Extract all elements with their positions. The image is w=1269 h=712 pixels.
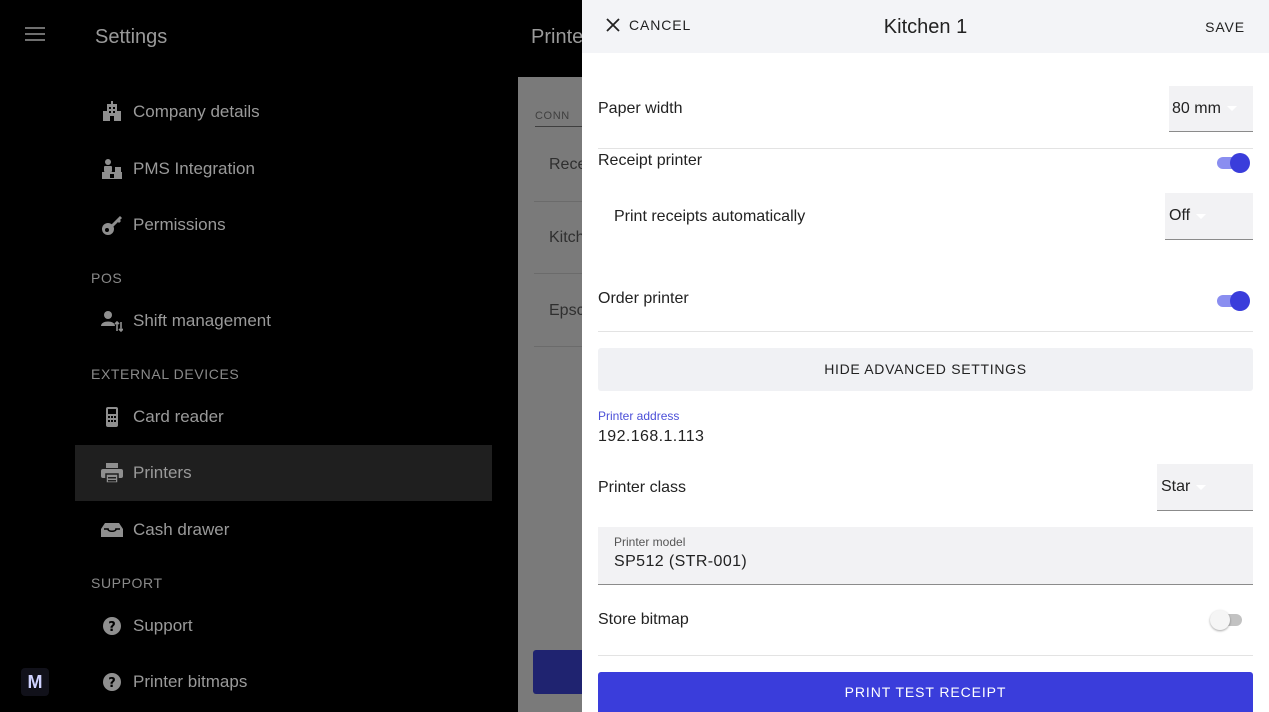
order-printer-label: Order printer — [598, 290, 689, 307]
print-test-receipt-button[interactable]: PRINT TEST RECEIPT — [598, 672, 1253, 712]
key-icon — [100, 213, 124, 237]
tab-underline — [535, 126, 582, 127]
row-divider — [598, 655, 1253, 656]
building-icon — [100, 100, 124, 124]
store-bitmap-label: Store bitmap — [598, 611, 689, 628]
card-reader-icon — [100, 405, 124, 429]
printer-class-label: Printer class — [598, 479, 687, 496]
sidebar-title: Settings — [95, 26, 168, 48]
printer-model-label: Printer model — [614, 535, 686, 549]
svg-text:?: ? — [108, 620, 116, 635]
svg-text:?: ? — [108, 676, 116, 691]
print-receipts-auto-select[interactable]: Off — [1165, 193, 1253, 240]
section-label-pos: POS — [91, 270, 123, 286]
paper-width-label: Paper width — [598, 100, 683, 117]
row-divider — [534, 201, 582, 202]
sidebar-item-label: Cash drawer — [133, 520, 230, 539]
printer-settings-dialog: CANCEL Kitchen 1 SAVE Paper width 80 mm … — [582, 0, 1269, 712]
sidebar-item-cash-drawer[interactable]: Cash drawer — [75, 502, 492, 558]
sidebar-item-pms-integration[interactable]: PMS Integration — [75, 141, 492, 197]
dialog-header: CANCEL Kitchen 1 SAVE — [582, 0, 1269, 53]
print-receipts-auto-value: Off — [1169, 207, 1191, 224]
printer-icon — [100, 461, 124, 485]
help-icon: ? — [100, 614, 124, 638]
hide-advanced-settings-button[interactable]: HIDE ADVANCED SETTINGS — [598, 348, 1253, 391]
cash-drawer-icon — [100, 518, 124, 542]
printers-panel-title: Printe — [531, 26, 582, 48]
printer-address-input[interactable]: 192.168.1.113 — [598, 428, 704, 446]
printer-row-epson[interactable]: Epsc — [549, 302, 582, 320]
section-label-external-devices: EXTERNAL DEVICES — [91, 366, 240, 382]
chevron-down-icon — [1196, 484, 1207, 490]
sidebar-item-label: Permissions — [133, 215, 226, 234]
sidebar-item-label: PMS Integration — [133, 159, 255, 178]
row-divider — [534, 273, 582, 274]
sidebar-item-label: Company details — [133, 102, 260, 121]
toggle-thumb — [1230, 291, 1250, 311]
order-printer-toggle[interactable] — [1215, 290, 1251, 312]
save-button[interactable]: SAVE — [1205, 19, 1245, 35]
chevron-down-icon — [1226, 106, 1237, 111]
printers-card: CONN Rece Kitch Epsc — [518, 77, 582, 712]
app-logo: M — [21, 668, 49, 696]
tab-connection[interactable]: CONN — [535, 110, 570, 122]
app-rail: M — [0, 0, 70, 712]
add-printer-button[interactable] — [533, 650, 582, 694]
paper-width-value: 80 mm — [1172, 99, 1221, 117]
help-icon: ? — [100, 670, 124, 694]
printer-row-kitchen[interactable]: Kitch — [549, 229, 582, 247]
sidebar-item-label: Card reader — [133, 407, 224, 426]
sidebar-item-label: Shift management — [133, 311, 271, 330]
printer-class-select[interactable]: Star — [1157, 464, 1253, 511]
section-label-support: SUPPORT — [91, 575, 163, 591]
sidebar-item-label: Support — [133, 616, 193, 635]
row-divider — [598, 148, 1253, 149]
settings-sidebar: Settings Company details PMS Integration… — [70, 0, 518, 712]
receipt-printer-label: Receipt printer — [598, 152, 703, 169]
printer-address-label: Printer address — [598, 409, 680, 423]
printer-row-receipt[interactable]: Rece — [549, 156, 582, 174]
sidebar-item-company-details[interactable]: Company details — [75, 84, 492, 140]
print-receipts-auto-label: Print receipts automatically — [614, 208, 806, 225]
chevron-down-icon — [1196, 213, 1207, 219]
sidebar-item-printers[interactable]: Printers — [75, 445, 492, 501]
receipt-printer-toggle[interactable] — [1215, 152, 1251, 174]
sidebar-item-label: Printers — [133, 463, 192, 482]
paper-width-select[interactable]: 80 mm — [1169, 86, 1253, 132]
toggle-thumb — [1210, 610, 1230, 630]
dialog-title: Kitchen 1 — [883, 16, 968, 38]
sidebar-item-printer-bitmaps[interactable]: ? Printer bitmaps — [75, 654, 492, 710]
row-divider — [598, 331, 1253, 332]
sidebar-item-support[interactable]: ? Support — [75, 598, 492, 654]
sidebar-item-shift-management[interactable]: Shift management — [75, 293, 492, 349]
toggle-thumb — [1230, 153, 1250, 173]
row-divider — [534, 346, 582, 347]
printers-list-panel: Printe CONN Rece Kitch Epsc — [518, 0, 582, 712]
hotel-icon — [100, 157, 124, 181]
sidebar-item-card-reader[interactable]: Card reader — [75, 389, 492, 445]
sidebar-item-label: Printer bitmaps — [133, 672, 248, 691]
store-bitmap-toggle[interactable] — [1210, 609, 1246, 631]
shift-users-icon — [100, 309, 124, 333]
sidebar-item-permissions[interactable]: Permissions — [75, 197, 492, 253]
printer-model-field[interactable]: Printer model SP512 (STR-001) — [598, 527, 1253, 585]
printer-model-value: SP512 (STR-001) — [614, 553, 748, 570]
menu-icon[interactable] — [25, 27, 45, 41]
printer-class-value: Star — [1161, 478, 1191, 495]
